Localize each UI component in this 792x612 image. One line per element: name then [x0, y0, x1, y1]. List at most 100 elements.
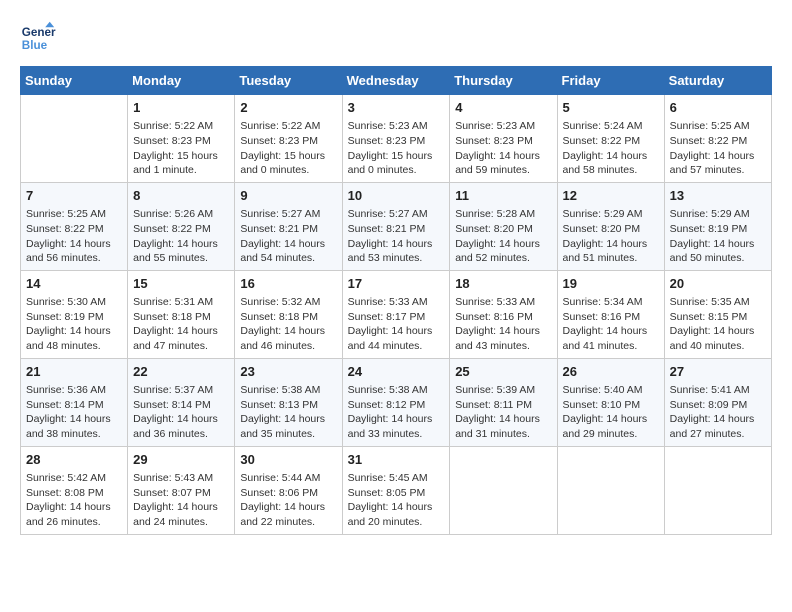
calendar-cell: 27Sunrise: 5:41 AMSunset: 8:09 PMDayligh… [664, 358, 771, 446]
day-info-text: and 1 minute. [133, 163, 229, 178]
calendar-cell: 17Sunrise: 5:33 AMSunset: 8:17 PMDayligh… [342, 270, 450, 358]
day-info-text: and 43 minutes. [455, 339, 551, 354]
day-info-text: Sunrise: 5:33 AM [348, 295, 445, 310]
day-info-text: Sunrise: 5:45 AM [348, 471, 445, 486]
day-info-text: Sunrise: 5:23 AM [455, 119, 551, 134]
day-info-text: and 31 minutes. [455, 427, 551, 442]
logo: General Blue [20, 20, 60, 56]
day-number: 21 [26, 363, 122, 381]
day-info-text: Sunset: 8:22 PM [670, 134, 766, 149]
calendar-cell: 28Sunrise: 5:42 AMSunset: 8:08 PMDayligh… [21, 446, 128, 534]
day-info-text: and 38 minutes. [26, 427, 122, 442]
day-info-text: Sunrise: 5:26 AM [133, 207, 229, 222]
day-info-text: Daylight: 14 hours [563, 324, 659, 339]
day-info-text: Sunset: 8:18 PM [240, 310, 336, 325]
day-info-text: and 56 minutes. [26, 251, 122, 266]
day-number: 1 [133, 99, 229, 117]
day-info-text: Sunset: 8:22 PM [26, 222, 122, 237]
calendar-cell: 23Sunrise: 5:38 AMSunset: 8:13 PMDayligh… [235, 358, 342, 446]
day-info-text: Sunset: 8:21 PM [240, 222, 336, 237]
calendar-cell: 15Sunrise: 5:31 AMSunset: 8:18 PMDayligh… [128, 270, 235, 358]
day-info-text: Sunrise: 5:35 AM [670, 295, 766, 310]
calendar-cell: 18Sunrise: 5:33 AMSunset: 8:16 PMDayligh… [450, 270, 557, 358]
day-info-text: Sunrise: 5:22 AM [240, 119, 336, 134]
day-info-text: Sunset: 8:23 PM [240, 134, 336, 149]
day-number: 4 [455, 99, 551, 117]
calendar-cell: 31 Sunrise: 5:45 AMSunset: 8:05 PMDayligh… [342, 446, 450, 534]
calendar-cell: 22Sunrise: 5:37 AMSunset: 8:14 PMDayligh… [128, 358, 235, 446]
day-info-text: Sunset: 8:08 PM [26, 486, 122, 501]
day-number: 17 [348, 275, 445, 293]
day-info-text: Sunset: 8:12 PM [348, 398, 445, 413]
page-header: General Blue [20, 20, 772, 56]
day-info-text: Daylight: 14 hours [240, 237, 336, 252]
day-info-text: Sunset: 8:19 PM [670, 222, 766, 237]
day-info-text: Sunrise: 5:22 AM [133, 119, 229, 134]
calendar-cell: 10Sunrise: 5:27 AMSunset: 8:21 PMDayligh… [342, 182, 450, 270]
day-number: 16 [240, 275, 336, 293]
day-of-week-header: Friday [557, 67, 664, 95]
day-number: 2 [240, 99, 336, 117]
day-info-text: Daylight: 15 hours [348, 149, 445, 164]
day-info-text: Sunset: 8:21 PM [348, 222, 445, 237]
day-info-text: Sunset: 8:11 PM [455, 398, 551, 413]
day-number: 19 [563, 275, 659, 293]
day-info-text: Sunset: 8:16 PM [563, 310, 659, 325]
calendar-cell: 19Sunrise: 5:34 AMSunset: 8:16 PMDayligh… [557, 270, 664, 358]
day-info-text: and 53 minutes. [348, 251, 445, 266]
day-number: 18 [455, 275, 551, 293]
calendar-cell: 13 Sunrise: 5:29 AMSunset: 8:19 PMDayligh… [664, 182, 771, 270]
day-number: 26 [563, 363, 659, 381]
day-number: 31 [348, 451, 445, 469]
day-info-text: Sunrise: 5:42 AM [26, 471, 122, 486]
day-number: 9 [240, 187, 336, 205]
day-info-text: Daylight: 14 hours [670, 237, 766, 252]
day-info-text: Daylight: 14 hours [348, 500, 445, 515]
day-info-text: Daylight: 14 hours [670, 149, 766, 164]
day-info-text: and 20 minutes. [348, 515, 445, 530]
day-info-text: Daylight: 14 hours [563, 237, 659, 252]
day-info-text: and 44 minutes. [348, 339, 445, 354]
day-info-text: Daylight: 14 hours [26, 237, 122, 252]
day-number: 24 [348, 363, 445, 381]
day-info-text: and 54 minutes. [240, 251, 336, 266]
day-info-text: Sunset: 8:05 PM [348, 486, 445, 501]
day-info-text: and 51 minutes. [563, 251, 659, 266]
calendar-cell: 26Sunrise: 5:40 AMSunset: 8:10 PMDayligh… [557, 358, 664, 446]
day-info-text: Daylight: 14 hours [240, 324, 336, 339]
day-number: 10 [348, 187, 445, 205]
day-info-text: Sunset: 8:15 PM [670, 310, 766, 325]
day-info-text: Sunrise: 5:36 AM [26, 383, 122, 398]
day-info-text: Sunrise: 5:29 AM [670, 207, 766, 222]
day-info-text: and 52 minutes. [455, 251, 551, 266]
day-info-text: Sunset: 8:14 PM [26, 398, 122, 413]
day-info-text: and 24 minutes. [133, 515, 229, 530]
calendar-cell: 1Sunrise: 5:22 AMSunset: 8:23 PMDaylight… [128, 95, 235, 183]
day-of-week-header: Tuesday [235, 67, 342, 95]
calendar-week-row: 28Sunrise: 5:42 AMSunset: 8:08 PMDayligh… [21, 446, 772, 534]
day-info-text: Sunrise: 5:23 AM [348, 119, 445, 134]
day-info-text: and 33 minutes. [348, 427, 445, 442]
calendar-cell: 29Sunrise: 5:43 AMSunset: 8:07 PMDayligh… [128, 446, 235, 534]
day-info-text: Sunrise: 5:29 AM [563, 207, 659, 222]
calendar-cell: 25Sunrise: 5:39 AMSunset: 8:11 PMDayligh… [450, 358, 557, 446]
day-number: 30 [240, 451, 336, 469]
day-info-text: Daylight: 14 hours [563, 149, 659, 164]
calendar-cell: 11Sunrise: 5:28 AMSunset: 8:20 PMDayligh… [450, 182, 557, 270]
calendar-header-row: SundayMondayTuesdayWednesdayThursdayFrid… [21, 67, 772, 95]
day-info-text: Daylight: 14 hours [26, 500, 122, 515]
day-info-text: Sunset: 8:07 PM [133, 486, 229, 501]
day-info-text: Daylight: 14 hours [670, 324, 766, 339]
calendar-cell [664, 446, 771, 534]
calendar-cell: 7Sunrise: 5:25 AMSunset: 8:22 PMDaylight… [21, 182, 128, 270]
day-info-text: and 50 minutes. [670, 251, 766, 266]
day-info-text: Daylight: 14 hours [133, 500, 229, 515]
day-number: 6 [670, 99, 766, 117]
day-info-text: and 47 minutes. [133, 339, 229, 354]
day-number: 13 [670, 187, 766, 205]
day-info-text: Sunrise: 5:27 AM [348, 207, 445, 222]
calendar-cell: 9Sunrise: 5:27 AMSunset: 8:21 PMDaylight… [235, 182, 342, 270]
day-info-text: Sunset: 8:23 PM [455, 134, 551, 149]
day-info-text: and 36 minutes. [133, 427, 229, 442]
svg-text:Blue: Blue [22, 39, 48, 52]
